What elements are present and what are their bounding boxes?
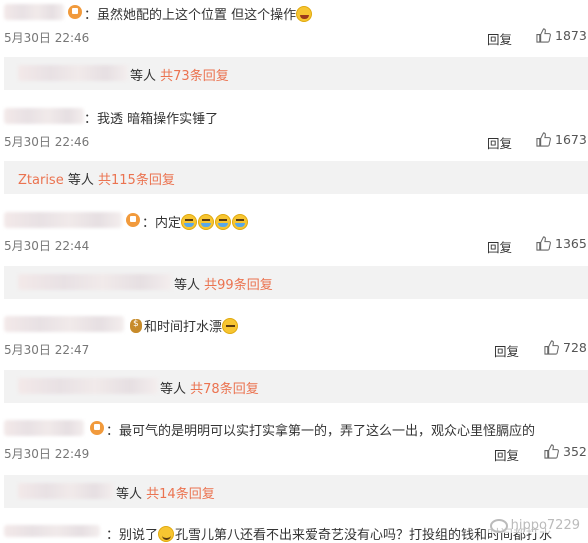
reply-summary[interactable]: 等人 共14条回复 (4, 475, 588, 508)
comment-text: ：最可气的是明明可以实打实拿第一的，弄了这么一出，观众心里怪膈应的 (106, 424, 536, 439)
like-count: 352 (563, 444, 587, 459)
replier-blurred (18, 274, 172, 290)
like-count: 728 (563, 340, 587, 355)
thumbs-up-icon (536, 236, 551, 251)
replier-blurred (18, 483, 114, 499)
crying-emoji-icon (181, 214, 198, 230)
reply-button[interactable]: 回复 (494, 445, 519, 464)
replier-blurred (18, 378, 158, 394)
comment-text: 和时间打水漂 (130, 316, 239, 335)
thumbs-up-icon (544, 340, 559, 355)
reply-button[interactable]: 回复 (494, 341, 519, 360)
username-blurred[interactable] (4, 212, 122, 228)
comment-time: 5月30日 22:49 (4, 447, 90, 461)
username-blurred[interactable] (4, 525, 100, 537)
weibo-watermark: hippo7229 (487, 518, 582, 533)
like-count: 1873 (555, 28, 587, 43)
fan-badge-icon (68, 5, 82, 19)
like-button[interactable]: 1673 (536, 132, 587, 147)
comment-text: ：我透 暗箱操作实锤了 (84, 112, 219, 127)
laugh-emoji-icon (296, 6, 313, 22)
reply-summary[interactable]: 等人 共73条回复 (4, 57, 588, 90)
like-button[interactable]: 352 (544, 444, 587, 459)
crying-emoji-icon (215, 214, 232, 230)
thumbs-up-icon (544, 444, 559, 459)
reply-count-link[interactable]: 共73条回复 (160, 69, 229, 84)
replier-blurred (18, 65, 128, 81)
reply-button[interactable]: 回复 (487, 237, 512, 256)
reply-count-link[interactable]: 共115条回复 (98, 173, 175, 188)
reply-count-link[interactable]: 共14条回复 (146, 487, 215, 502)
reply-summary[interactable]: 等人 共99条回复 (4, 266, 588, 299)
fan-badge-icon (90, 421, 104, 435)
weibo-logo-icon (489, 518, 508, 533)
money-bag-icon (130, 319, 142, 333)
comment-text: ：别说了 孔雪儿第八还看不出来爱奇艺没有心吗？打投组的钱和时间都打水 (106, 526, 553, 543)
replier-name[interactable]: Ztarise (18, 173, 64, 188)
comment-time: 5月30日 22:46 (4, 135, 90, 149)
comment-text: ：虽然她配的上这个位置 但这个操作 (84, 4, 313, 23)
like-button[interactable]: 1365 (536, 236, 587, 251)
like-count: 1673 (555, 132, 587, 147)
username-blurred[interactable] (4, 316, 124, 332)
reply-count-link[interactable]: 共78条回复 (190, 382, 259, 397)
smug-emoji-icon (222, 318, 239, 334)
fan-badge-icon (126, 213, 140, 227)
comment-time: 5月30日 22:47 (4, 343, 90, 357)
username-blurred[interactable] (4, 420, 84, 436)
username-blurred[interactable] (4, 108, 84, 124)
reply-summary[interactable]: 等人 共78条回复 (4, 370, 588, 403)
thumbs-up-icon (536, 28, 551, 43)
username-blurred[interactable] (4, 4, 64, 20)
like-count: 1365 (555, 236, 587, 251)
like-button[interactable]: 728 (544, 340, 587, 355)
reply-button[interactable]: 回复 (487, 29, 512, 48)
comment-time: 5月30日 22:44 (4, 239, 90, 253)
crying-emoji-icon (232, 214, 249, 230)
thumbs-up-icon (536, 132, 551, 147)
reply-summary[interactable]: Ztarise 等人 共115条回复 (4, 161, 588, 194)
like-button[interactable]: 1873 (536, 28, 587, 43)
comment-time: 5月30日 22:46 (4, 31, 90, 45)
reply-button[interactable]: 回复 (487, 133, 512, 152)
reply-count-link[interactable]: 共99条回复 (204, 278, 273, 293)
smile-emoji-icon (158, 526, 175, 542)
comment-text: ：内定 (142, 212, 249, 231)
crying-emoji-icon (198, 214, 215, 230)
